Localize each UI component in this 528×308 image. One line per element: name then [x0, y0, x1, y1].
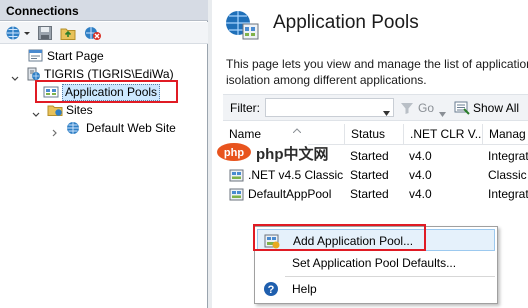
watermark: php php中文网 — [212, 139, 329, 165]
menu-label-help: Help — [292, 282, 317, 296]
connections-pane: Connections Start Page TIGRIS (TIGRIS\Ed… — [0, 0, 208, 308]
column-header-status[interactable]: Status — [345, 124, 404, 145]
php-logo: php — [215, 141, 253, 163]
filter-label: Filter: — [230, 101, 260, 115]
column-header-clr-version[interactable]: .NET CLR V... — [404, 124, 483, 145]
app-pools-feature-icon — [223, 8, 261, 42]
tree-item-start-page[interactable]: Start Page — [0, 47, 208, 65]
chevron-down-icon — [439, 106, 446, 117]
cell-status: Started — [350, 149, 389, 163]
sites-folder-icon — [47, 103, 63, 117]
description-line-2: isolation among different applications. — [226, 73, 427, 87]
connections-toolbar — [0, 22, 208, 44]
cell-status: Started — [350, 187, 389, 201]
chevron-down-icon[interactable] — [11, 70, 19, 81]
chevron-down-icon[interactable] — [32, 106, 40, 117]
connect-globe-icon[interactable] — [5, 25, 31, 41]
help-icon: ? — [263, 281, 279, 297]
show-all-button[interactable]: Show All — [454, 99, 524, 117]
page-description: This page lets you view and manage the l… — [226, 56, 528, 88]
dropdown-arrow-icon[interactable] — [383, 105, 390, 116]
tree-label-default-web-site: Default Web Site — [86, 121, 176, 135]
watermark-text: php中文网 — [256, 146, 329, 163]
show-all-label: Show All — [473, 101, 520, 115]
funnel-icon — [400, 101, 414, 115]
cell-clr: v4.0 — [409, 168, 432, 182]
sort-ascending-icon — [292, 122, 302, 134]
tree-item-sites[interactable]: Sites — [0, 101, 208, 119]
tree-item-default-web-site[interactable]: Default Web Site — [0, 119, 208, 137]
menu-item-set-defaults[interactable]: Set Application Pool Defaults... — [257, 252, 495, 274]
go-button[interactable]: Go — [400, 99, 450, 117]
cell-status: Started — [350, 168, 389, 182]
app-pool-icon — [229, 187, 245, 206]
cell-clr: v4.0 — [409, 149, 432, 163]
filter-input[interactable] — [265, 98, 394, 117]
cell-pipeline: Integrat — [488, 187, 528, 201]
table-row[interactable]: .NET v4.5 Classic Started v4.0 Classic — [223, 166, 528, 185]
save-icon[interactable] — [37, 25, 53, 41]
chevron-right-icon[interactable] — [51, 124, 59, 137]
tree-label-sites: Sites — [66, 103, 93, 117]
cell-pipeline: Integrat — [488, 149, 528, 163]
menu-label-set-defaults: Set Application Pool Defaults... — [292, 256, 457, 270]
svg-text:?: ? — [268, 284, 275, 296]
menu-separator — [285, 276, 495, 277]
globe-icon — [65, 121, 81, 135]
cell-name: DefaultAppPool — [248, 187, 332, 201]
highlight-box-add-pool — [253, 224, 426, 251]
svg-text:php: php — [224, 147, 244, 159]
tree-label-start-page: Start Page — [47, 49, 104, 63]
cell-pipeline: Classic — [488, 168, 527, 182]
server-icon — [25, 67, 41, 81]
highlight-box-app-pools — [35, 80, 178, 103]
go-label: Go — [418, 101, 435, 115]
cell-name: .NET v4.5 Classic — [248, 168, 343, 182]
filter-bar: Filter: Go Show All — [223, 94, 528, 121]
show-all-icon — [454, 101, 470, 115]
column-header-pipeline[interactable]: Manag — [483, 124, 528, 145]
connections-header: Connections — [0, 0, 208, 21]
up-folder-icon[interactable] — [60, 25, 76, 41]
disconnect-icon[interactable] — [84, 25, 102, 41]
description-line-1: This page lets you view and manage the l… — [226, 57, 528, 71]
cell-clr: v4.0 — [409, 187, 432, 201]
page-title: Application Pools — [273, 12, 419, 33]
table-row[interactable]: DefaultAppPool Started v4.0 Integrat — [223, 185, 528, 204]
menu-item-help[interactable]: ? Help — [257, 278, 495, 300]
start-page-icon — [28, 49, 44, 63]
